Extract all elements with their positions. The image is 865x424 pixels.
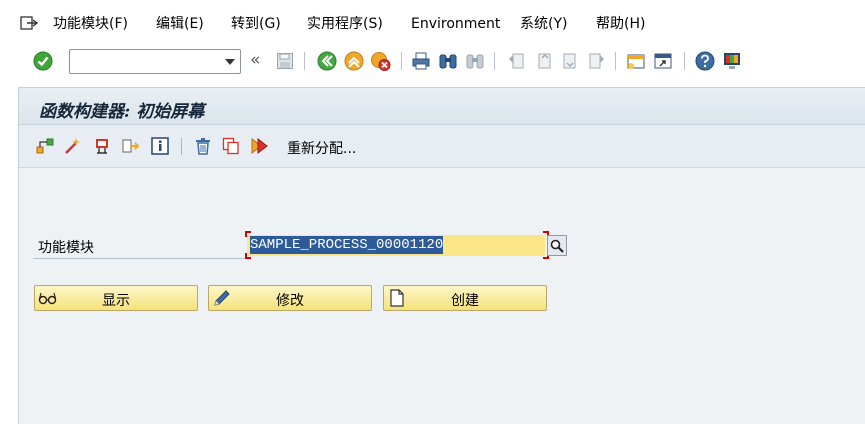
last-page-icon[interactable]	[586, 50, 608, 72]
toolbar-divider	[494, 52, 495, 70]
menu-system[interactable]: 系统(Y)	[520, 15, 567, 33]
required-marker	[245, 253, 251, 259]
exit-icon[interactable]	[343, 50, 365, 72]
application-toolbar: 重新分配...	[19, 125, 865, 168]
screen-title: 函数构建器: 初始屏幕	[39, 102, 205, 122]
previous-page-icon[interactable]	[532, 50, 554, 72]
test-wand-icon[interactable]	[62, 136, 82, 156]
menu-goto[interactable]: 转到(G)	[231, 15, 281, 33]
rename-icon[interactable]	[120, 136, 140, 156]
display-button[interactable]: 显示	[34, 285, 198, 311]
toolbar-divider	[304, 52, 305, 70]
change-button[interactable]: 修改	[208, 285, 372, 311]
command-field[interactable]	[69, 49, 241, 74]
back-icon[interactable]	[316, 50, 338, 72]
create-button-label: 创建	[451, 293, 479, 309]
enter-check-icon[interactable]	[32, 50, 54, 72]
function-module-input[interactable]: SAMPLE_PROCESS_00001120	[247, 235, 545, 256]
menu-help[interactable]: 帮助(H)	[596, 15, 645, 33]
cancel-icon[interactable]	[370, 50, 392, 72]
create-button[interactable]: 创建	[383, 285, 547, 311]
reassign-button[interactable]: 重新分配...	[287, 138, 356, 158]
function-module-value: SAMPLE_PROCESS_00001120	[250, 236, 444, 254]
screen-title-bar: 函数构建器: 初始屏幕	[19, 87, 865, 125]
search-icon	[550, 239, 564, 253]
function-module-label: 功能模块	[38, 240, 94, 256]
shortcut-icon[interactable]	[652, 50, 674, 72]
label-underline	[33, 258, 251, 259]
display-button-label: 显示	[102, 293, 130, 309]
next-page-icon[interactable]	[559, 50, 581, 72]
toolbar-divider	[615, 52, 616, 70]
toolbar-divider	[181, 138, 182, 155]
where-used-icon[interactable]	[35, 136, 55, 156]
menu-environment[interactable]: Environment	[411, 15, 500, 33]
menu-edit[interactable]: 编辑(E)	[156, 15, 204, 33]
toolbar-divider	[401, 52, 402, 70]
menu-function-module[interactable]: 功能模块(F)	[53, 15, 128, 33]
copy-module-icon[interactable]	[93, 136, 113, 156]
activate-icon[interactable]	[250, 136, 270, 156]
screen-area: 函数构建器: 初始屏幕 重新分配... 功能模块 SAMPLE_PROCESS_…	[18, 87, 865, 424]
find-next-icon[interactable]	[464, 50, 486, 72]
delete-trash-icon[interactable]	[193, 136, 213, 156]
new-session-icon[interactable]	[625, 50, 647, 72]
customize-layout-icon[interactable]	[721, 50, 743, 72]
info-icon[interactable]	[150, 136, 170, 156]
command-history-icon[interactable]: «	[250, 49, 260, 71]
print-icon[interactable]	[410, 50, 432, 72]
save-icon[interactable]	[274, 50, 296, 72]
first-page-icon[interactable]	[505, 50, 527, 72]
toolbar-divider	[684, 52, 685, 70]
chevron-down-icon[interactable]	[225, 59, 235, 65]
help-icon[interactable]	[694, 50, 716, 72]
required-marker	[245, 231, 251, 237]
menu-bar: 功能模块(F) 编辑(E) 转到(G) 实用程序(S) Environment …	[0, 0, 865, 44]
copy-icon[interactable]	[221, 136, 241, 156]
find-icon[interactable]	[437, 50, 459, 72]
standard-toolbar: «	[0, 44, 865, 81]
search-help-button[interactable]	[547, 235, 567, 256]
change-button-label: 修改	[276, 293, 304, 309]
menu-utilities[interactable]: 实用程序(S)	[307, 15, 383, 33]
menu-exit-icon[interactable]	[20, 15, 39, 31]
